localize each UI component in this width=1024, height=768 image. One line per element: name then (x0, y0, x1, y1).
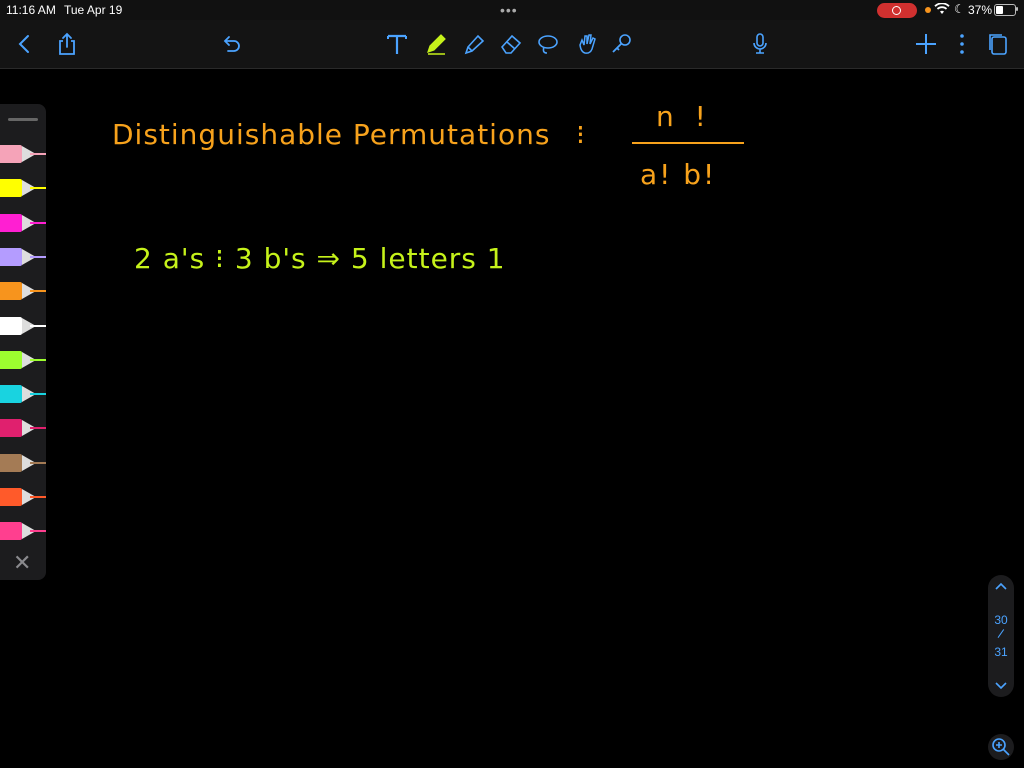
hand-tool-icon[interactable] (573, 30, 601, 58)
pen-ink-line (30, 530, 46, 533)
pen-barrel (0, 282, 22, 301)
pen-ink-line (30, 221, 46, 224)
status-date: Tue Apr 19 (64, 3, 123, 17)
share-icon[interactable] (53, 30, 81, 58)
battery-percent: 37% (968, 3, 993, 17)
formula-denominator: a! b! (640, 158, 717, 191)
battery-tip (1016, 7, 1018, 11)
pen-swatch[interactable] (0, 485, 46, 509)
pen-barrel (0, 179, 22, 198)
pen-swatch[interactable] (0, 279, 46, 303)
note-colon: ⁝ (576, 118, 585, 151)
pen-barrel (0, 488, 22, 506)
pen-swatch[interactable] (0, 314, 46, 338)
eraser-icon[interactable] (497, 30, 525, 58)
pen-barrel (0, 316, 22, 335)
highlighter-icon[interactable] (460, 30, 488, 58)
pen-tray: ✕ (0, 104, 46, 580)
pen-barrel (0, 213, 22, 232)
pen-ink-line (30, 427, 46, 430)
pen-swatch[interactable] (0, 416, 46, 440)
pen-barrel (0, 522, 22, 541)
current-page-number: 30 (994, 613, 1008, 627)
battery-icon (994, 4, 1016, 16)
pen-swatch[interactable] (0, 176, 46, 200)
toolbar (0, 20, 1024, 69)
chevron-down-icon[interactable] (993, 677, 1009, 693)
pen-ink-line (30, 496, 46, 498)
undo-icon[interactable] (217, 30, 245, 58)
pen-barrel (0, 419, 22, 438)
page-separator (997, 629, 1005, 639)
more-options-icon[interactable] (948, 30, 976, 58)
text-tool-icon[interactable] (383, 30, 411, 58)
screen-recording-icon[interactable] (877, 3, 917, 18)
status-time: 11:16 AM (6, 3, 56, 17)
back-chevron-icon[interactable] (11, 30, 39, 58)
pen-swatch[interactable] (0, 451, 46, 475)
pen-tool-icon[interactable] (422, 30, 450, 58)
pen-ink-line (30, 393, 46, 396)
microphone-icon[interactable] (746, 30, 774, 58)
formula-numerator: n ! (656, 100, 712, 133)
note-title: Distinguishable Permutations (112, 118, 551, 151)
pen-ink-line (30, 358, 46, 361)
pages-icon[interactable] (984, 30, 1012, 58)
pen-swatch[interactable] (0, 211, 46, 235)
pen-ink-line (30, 461, 46, 464)
pen-swatch[interactable] (0, 142, 46, 166)
pen-ink-line (30, 290, 46, 293)
pen-swatch[interactable] (0, 519, 46, 543)
note-line-2: 2 a's ⁝ 3 b's ⇒ 5 letters 1 (134, 242, 506, 275)
wifi-icon (934, 2, 950, 18)
mic-in-use-indicator-icon (925, 7, 931, 13)
pen-ink-line (30, 187, 46, 190)
pen-swatch[interactable] (0, 382, 46, 406)
chevron-up-icon[interactable] (993, 579, 1009, 595)
status-bar: 11:16 AM Tue Apr 19 ••• ☾ 37% (0, 0, 1024, 20)
fraction-bar (632, 142, 744, 144)
pen-swatch[interactable] (0, 348, 46, 372)
close-icon[interactable]: ✕ (13, 552, 31, 574)
pen-tray-handle[interactable] (8, 118, 38, 121)
add-page-icon[interactable] (912, 30, 940, 58)
pen-swatch[interactable] (0, 245, 46, 269)
battery-fill (996, 6, 1003, 14)
pen-barrel (0, 145, 22, 163)
pen-barrel (0, 350, 22, 369)
do-not-disturb-moon-icon: ☾ (954, 2, 965, 16)
pen-ink-line (30, 255, 46, 258)
pen-barrel (0, 453, 22, 472)
pen-barrel (0, 247, 22, 266)
total-page-number: 31 (994, 645, 1008, 659)
page-scroller: 30 31 (988, 575, 1014, 697)
pen-barrel (0, 385, 22, 404)
laser-pointer-icon[interactable] (608, 30, 636, 58)
pen-ink-line (30, 324, 46, 327)
zoom-in-icon[interactable] (988, 734, 1014, 760)
lasso-icon[interactable] (534, 30, 562, 58)
multitasking-dots-icon[interactable]: ••• (500, 2, 518, 18)
pen-ink-line (30, 153, 46, 155)
